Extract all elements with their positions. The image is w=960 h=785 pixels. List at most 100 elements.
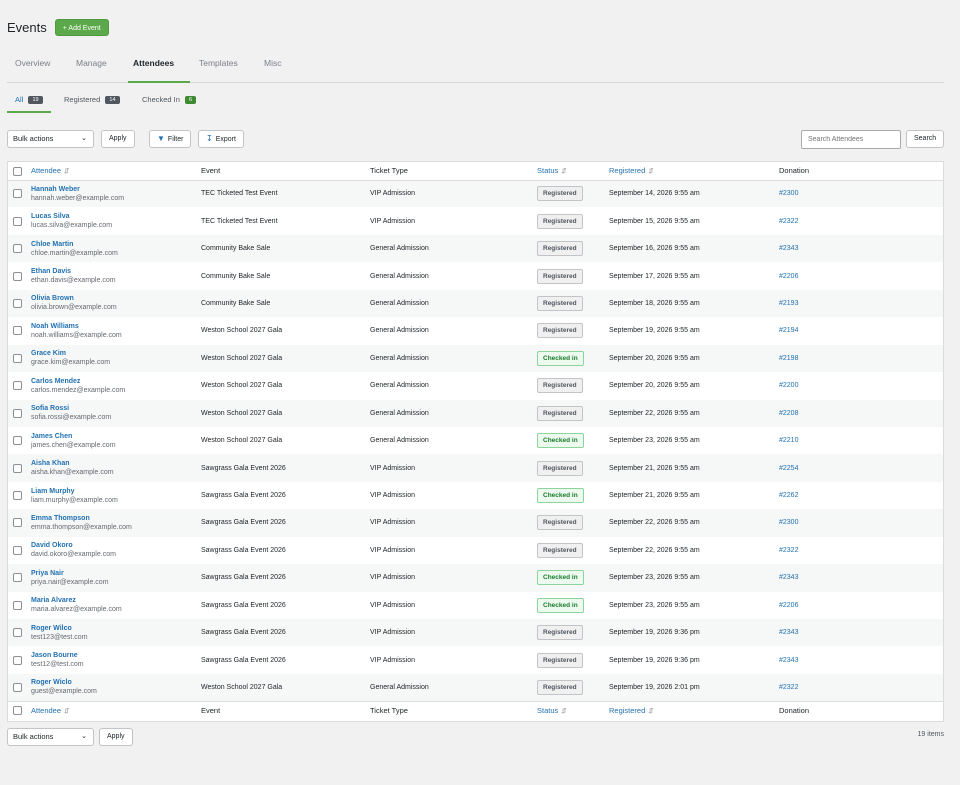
donation-link[interactable]: #2262 [779,492,798,499]
attendee-name[interactable]: Ethan Davis [31,267,201,276]
tab-misc[interactable]: Misc [264,58,281,68]
bulk-actions-select-bottom[interactable]: Bulk actions ⌄ [7,728,94,746]
donation-link[interactable]: #2206 [779,273,798,280]
footer-column-attendee[interactable]: Attendee ⇵ [31,700,201,720]
attendee-name[interactable]: Grace Kim [31,349,201,358]
row-checkbox[interactable] [13,189,22,199]
donation-cell: #2208 [779,400,943,427]
attendee-name[interactable]: Lucas Silva [31,212,201,221]
apply-button-bottom[interactable]: Apply [99,728,133,746]
tab-manage[interactable]: Manage [76,58,107,68]
attendee-email: noah.williams@example.com [31,331,122,339]
donation-link[interactable]: #2322 [779,547,798,554]
donation-link[interactable]: #2206 [779,602,798,609]
attendee-name[interactable]: Roger Wiclo [31,678,201,687]
row-checkbox[interactable] [13,655,22,665]
row-checkbox[interactable] [13,408,22,418]
subtab-registered[interactable]: Registered 14 [64,95,120,104]
donation-link[interactable]: #2322 [779,218,798,225]
attendee-name[interactable]: Roger Wilco [31,624,201,633]
attendee-name[interactable]: Chloe Martin [31,240,201,249]
tab-templates[interactable]: Templates [199,58,238,68]
attendee-name[interactable]: Aisha Khan [31,459,201,468]
row-checkbox[interactable] [13,491,22,501]
row-checkbox[interactable] [13,600,22,610]
donation-link[interactable]: #2210 [779,437,798,444]
donation-link[interactable]: #2322 [779,684,798,691]
subtab-checked-in[interactable]: Checked In 6 [142,95,197,104]
donation-cell: #2194 [779,317,943,344]
donation-link[interactable]: #2343 [779,657,798,664]
column-attendee[interactable]: Attendee ⇵ [31,162,201,181]
sort-arrows-icon: ⇵ [648,168,654,176]
donation-link[interactable]: #2193 [779,300,798,307]
attendee-email: chloe.martin@example.com [31,249,118,257]
attendee-name[interactable]: Liam Murphy [31,487,201,496]
attendee-name[interactable]: Sofia Rossi [31,404,201,413]
ticket-type-cell: General Admission [370,382,429,390]
status-badge: Registered [537,460,583,476]
search-attendees-input[interactable] [801,130,901,149]
select-all-checkbox[interactable] [13,166,22,176]
select-all-checkbox-footer[interactable] [13,706,22,716]
row-checkbox[interactable] [13,353,22,363]
row-checkbox[interactable] [13,545,22,555]
filter-button[interactable]: ▼ Filter [149,130,192,148]
footer-column-status[interactable]: Status ⇵ [537,700,609,720]
donation-cell: #2193 [779,290,943,317]
donation-link[interactable]: #2343 [779,245,798,252]
row-checkbox[interactable] [13,271,22,281]
ticket-type-cell: General Admission [370,299,429,307]
attendee-name[interactable]: David Okoro [31,541,201,550]
attendee-name[interactable]: Olivia Brown [31,294,201,303]
donation-link[interactable]: #2194 [779,327,798,334]
export-button[interactable]: ↧ Export [198,130,244,148]
attendee-name[interactable]: Priya Nair [31,569,201,578]
row-checkbox[interactable] [13,518,22,528]
event-cell: Sawgrass Gala Event 2026 [201,574,286,582]
attendee-name[interactable]: Carlos Mendez [31,377,201,386]
donation-link[interactable]: #2300 [779,519,798,526]
donation-link[interactable]: #2300 [779,190,798,197]
donation-link[interactable]: #2254 [779,465,798,472]
attendee-name[interactable]: Noah Williams [31,322,201,331]
column-registered[interactable]: Registered ⇵ [609,162,779,181]
row-checkbox[interactable] [13,628,22,638]
donation-link[interactable]: #2200 [779,382,798,389]
add-event-button[interactable]: + Add Event [54,19,109,36]
event-cell: Community Bake Sale [201,272,271,280]
row-checkbox[interactable] [13,244,22,254]
row-checkbox[interactable] [13,381,22,391]
footer-column-registered[interactable]: Registered ⇵ [609,700,779,720]
row-checkbox[interactable] [13,463,22,473]
status-badge: Registered [537,679,583,695]
donation-link[interactable]: #2343 [779,574,798,581]
attendee-email: sofia.rossi@example.com [31,414,112,422]
donation-link[interactable]: #2198 [779,355,798,362]
subtab-all[interactable]: All 19 [15,95,43,104]
row-checkbox[interactable] [13,573,22,583]
attendee-name[interactable]: Jason Bourne [31,651,201,660]
search-button[interactable]: Search [906,130,945,148]
tab-overview[interactable]: Overview [15,58,50,68]
row-checkbox[interactable] [13,298,22,308]
apply-button[interactable]: Apply [101,130,135,148]
row-checkbox[interactable] [13,682,22,692]
bulk-actions-select[interactable]: Bulk actions ⌄ [7,130,94,148]
attendee-name[interactable]: Maria Alvarez [31,596,201,605]
attendee-name[interactable]: Emma Thompson [31,514,201,523]
table-row: Chloe Martin chloe.martin@example.com Comm… [8,234,943,263]
row-checkbox[interactable] [13,436,22,446]
attendee-name[interactable]: Hannah Weber [31,185,201,194]
attendee-name[interactable]: James Chen [31,432,201,441]
row-checkbox[interactable] [13,326,22,336]
column-status[interactable]: Status ⇵ [537,162,609,181]
donation-link[interactable]: #2343 [779,629,798,636]
table-body: Hannah Weber hannah.weber@example.com TEC … [8,180,943,702]
column-event: Event [201,162,370,181]
table-row: Ethan Davis ethan.davis@example.com Commun… [8,262,943,289]
donation-link[interactable]: #2208 [779,410,798,417]
tab-attendees[interactable]: Attendees [133,58,174,68]
table-row: Liam Murphy liam.murphy@example.com Sawgra… [8,482,943,509]
row-checkbox[interactable] [13,216,22,226]
